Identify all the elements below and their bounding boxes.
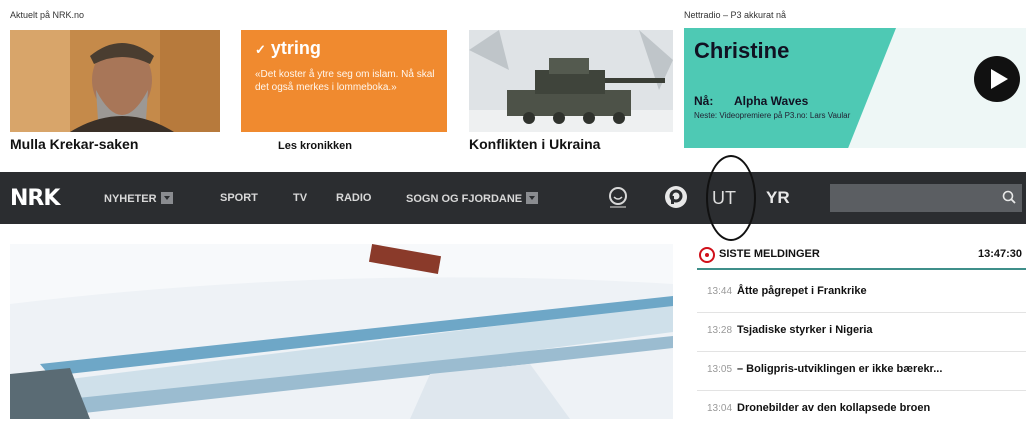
news-item[interactable]: 13:28 Tsjadiske styrker i Nigeria: [697, 313, 1026, 352]
live-icon: [699, 247, 715, 263]
news-item[interactable]: 13:05 – Boligpris-utviklingen er ikke bæ…: [697, 352, 1026, 391]
ytring-logo-mark: ✓: [255, 42, 266, 57]
promo-caption-ukraina[interactable]: Konflikten i Ukraina: [469, 136, 600, 152]
promo-caption-krekar[interactable]: Mulla Krekar-saken: [10, 136, 138, 152]
nav-item-sogn-og-fjordane[interactable]: SOGN OG FJORDANE: [406, 192, 539, 205]
play-button[interactable]: [974, 56, 1020, 102]
radio-section-label: Nettradio – P3 akkurat nå: [684, 10, 787, 20]
latest-news-title: SISTE MELDINGER: [719, 248, 820, 260]
highlight-ring-annotation: [706, 155, 756, 241]
news-item-title[interactable]: Dronebilder av den kollapsede broen: [737, 402, 930, 414]
ytring-card[interactable]: ✓ ytring «Det koster å ytre seg om islam…: [241, 30, 447, 132]
nav-item-label: SOGN OG FJORDANE: [406, 193, 523, 205]
nrk-logo[interactable]: NRK: [10, 186, 60, 211]
promo-caption-kronikk[interactable]: Les kronikken: [278, 140, 352, 152]
nav-item-sport[interactable]: SPORT: [220, 192, 258, 204]
radio-card[interactable]: Christine Nå: Alpha Waves Neste: Videopr…: [684, 28, 1026, 148]
search-icon[interactable]: [1002, 190, 1016, 204]
super-icon[interactable]: [605, 185, 631, 211]
nav-item-radio[interactable]: RADIO: [336, 192, 371, 204]
radio-now-song: Alpha Waves: [734, 94, 809, 108]
chevron-down-icon[interactable]: [160, 192, 173, 204]
news-item-time: 13:04: [707, 403, 733, 414]
news-item[interactable]: 13:04 Dronebilder av den kollapsede broe…: [697, 391, 1026, 429]
nav-item-nyheter[interactable]: NYHETER: [104, 192, 173, 205]
news-item[interactable]: 13:44 Åtte pågrepet i Frankrike: [697, 274, 1026, 313]
play-icon: [991, 69, 1008, 89]
promo-image-krekar[interactable]: [10, 30, 220, 132]
latest-news-clock: 13:47:30: [977, 248, 1022, 260]
nav-item-tv[interactable]: TV: [293, 192, 307, 204]
promo-section-label: Aktuelt på NRK.no: [10, 10, 85, 20]
p3-icon[interactable]: [664, 185, 688, 209]
news-item-title[interactable]: Tsjadiske styrker i Nigeria: [737, 324, 873, 336]
radio-host: Christine: [694, 38, 790, 63]
nav-item-label: NYHETER: [104, 193, 157, 205]
promo-image-ukraina[interactable]: [469, 30, 673, 132]
ytring-quote: «Det koster å ytre seg om islam. Nå skal…: [255, 69, 435, 93]
ytring-brand: ytring: [270, 38, 321, 58]
radio-now-label: Nå:: [694, 94, 714, 108]
search-input[interactable]: [830, 184, 1022, 212]
chevron-down-icon[interactable]: [526, 192, 539, 204]
hero-image-bridge[interactable]: [10, 244, 673, 419]
news-item-title[interactable]: Åtte pågrepet i Frankrike: [737, 285, 867, 297]
news-item-title[interactable]: – Boligpris-utviklingen er ikke bærekr..…: [737, 363, 942, 375]
nav-item-yr[interactable]: YR: [766, 188, 790, 208]
radio-next: Neste: Videopremiere på P3.no: Lars Vaul…: [694, 111, 851, 120]
latest-news-header[interactable]: SISTE MELDINGER 13:47:30: [697, 244, 1026, 270]
news-item-time: 13:44: [707, 286, 733, 297]
news-item-time: 13:28: [707, 325, 733, 336]
ytring-logo: ✓ ytring: [255, 38, 321, 59]
news-item-time: 13:05: [707, 364, 733, 375]
